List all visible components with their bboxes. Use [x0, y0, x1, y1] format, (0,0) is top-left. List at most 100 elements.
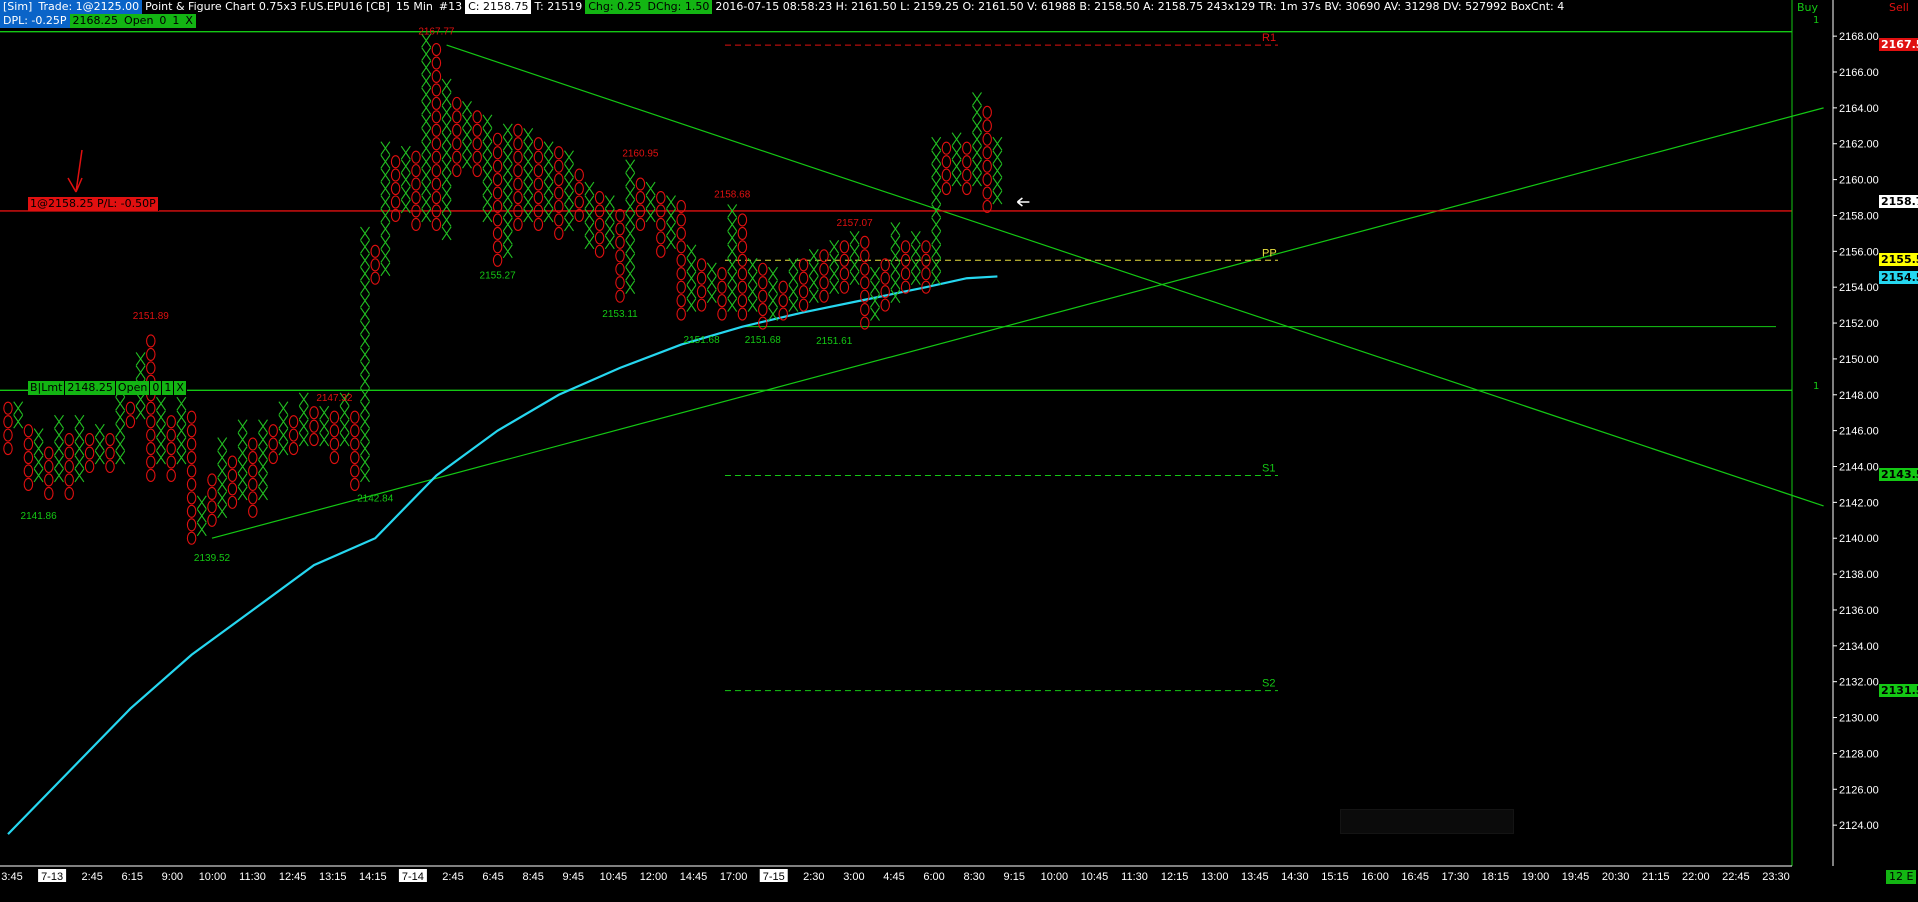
high-label: 2158.68 — [714, 189, 751, 200]
time-tick-label: 9:45 — [563, 871, 584, 883]
sell-label[interactable]: Sell — [1889, 1, 1909, 14]
time-tick-label: 4:45 — [883, 871, 904, 883]
pivot-label-s2: S2 — [1262, 678, 1275, 690]
price-marker: 2143.50 — [1879, 468, 1918, 482]
chart-header: [Sim] Trade: 1@2125.00 Point & Figure Ch… — [0, 0, 1567, 14]
time-tick-label: 6:15 — [122, 871, 143, 883]
trade-label[interactable]: Trade: 1@2125.00 — [35, 0, 143, 14]
y-tick-label: 2166.00 — [1839, 67, 1879, 79]
watermark — [1340, 809, 1514, 834]
chart-interval: 15 Min — [395, 0, 433, 13]
low-label: 2151.61 — [816, 336, 853, 347]
dom-one-top: 1 — [1813, 15, 1820, 26]
time-tick-label: 3:45 — [1, 871, 22, 883]
time-tick-label: 13:15 — [319, 871, 347, 883]
time-tick-label: 12:45 — [279, 871, 307, 883]
time-tick-label: 9:15 — [1004, 871, 1025, 883]
time-tick-label: 19:45 — [1562, 871, 1590, 883]
y-tick-label: 2148.00 — [1839, 390, 1879, 402]
chg-value: Chg: 0.25 — [585, 0, 645, 14]
y-tick-label: 2142.00 — [1839, 497, 1879, 509]
price-marker: 2167.50 — [1879, 38, 1918, 52]
time-tick-label: 14:15 — [359, 871, 387, 883]
time-tick-label: 16:00 — [1361, 871, 1389, 883]
time-tick-label: 8:45 — [522, 871, 543, 883]
pnf-chart[interactable]: R1 PP S1 S2 2167.77 2151.89 2147.32 2160.95 215… — [0, 0, 1918, 902]
time-tick-label: 17:00 — [720, 871, 748, 883]
time-tick-label: 11:30 — [239, 871, 266, 883]
low-label: 2142.84 — [357, 493, 394, 504]
y-tick-label: 2132.00 — [1839, 677, 1879, 689]
y-tick-label: 2160.00 — [1839, 175, 1879, 187]
time-tick-label: 18:15 — [1482, 871, 1510, 883]
date-tick-label: 7-13 — [41, 871, 63, 883]
y-tick-label: 2150.00 — [1839, 354, 1879, 366]
y-tick-label: 2140.00 — [1839, 533, 1879, 545]
date-tick-label: 7-15 — [763, 871, 785, 883]
y-tick-label: 2130.00 — [1839, 713, 1879, 725]
buy-limit-one[interactable]: 1 — [162, 381, 175, 395]
position-tag[interactable]: 1@2158.25 P/L: -0.50P — [28, 197, 159, 211]
time-tick-label: 17:30 — [1442, 871, 1470, 883]
time-tick-label: 15:15 — [1321, 871, 1349, 883]
buy-label[interactable]: Buy — [1797, 1, 1818, 14]
time-tick-label: 2:45 — [442, 871, 463, 883]
buy-limit-open[interactable]: Open — [115, 381, 151, 395]
price-marker: 2131.50 — [1879, 683, 1918, 697]
time-tick-label: 14:30 — [1281, 871, 1309, 883]
dpl-bar: DPL: -0.25P 2168.25 Open 0 1 X — [0, 14, 196, 28]
y-tick-label: 2154.00 — [1839, 282, 1879, 294]
time-tick-label: 6:00 — [923, 871, 944, 883]
date-tick-label: 7-14 — [402, 871, 424, 883]
chart-title: Point & Figure Chart 0.75x3 F.US.EPU16 [… — [145, 0, 390, 13]
time-tick-label: 10:45 — [600, 871, 628, 883]
dpl-label: DPL: -0.25P — [0, 14, 70, 28]
low-label: 2155.27 — [480, 270, 517, 281]
dpl-one[interactable]: 1 — [169, 14, 183, 28]
pivot-label-r1: R1 — [1262, 32, 1276, 44]
low-label: 2141.86 — [21, 511, 58, 522]
time-tick-label: 10:00 — [199, 871, 227, 883]
stats-line: 2016-07-15 08:58:23 H: 2161.50 L: 2159.2… — [715, 0, 1565, 13]
y-tick-label: 2136.00 — [1839, 605, 1879, 617]
price-marker: 2155.50 — [1879, 253, 1918, 267]
low-label: 2153.11 — [602, 309, 638, 320]
y-tick-label: 2152.00 — [1839, 318, 1879, 330]
buy-limit-x[interactable]: X — [174, 381, 187, 395]
time-tick-label: 12:15 — [1161, 871, 1189, 883]
buy-limit-zero[interactable]: 0 — [150, 381, 163, 395]
dpl-x[interactable]: X — [182, 14, 196, 28]
low-label: 2151.68 — [684, 335, 721, 346]
high-label: 2147.32 — [316, 393, 353, 404]
dpl-price[interactable]: 2168.25 — [69, 14, 122, 28]
chart-hash: #13 — [438, 0, 463, 13]
price-marker: 2158.75 — [1879, 195, 1918, 208]
buy-limit-tag[interactable]: B|Lmt 2148.25 Open 0 1 X — [28, 381, 187, 395]
time-tick-label: 11:30 — [1121, 871, 1148, 883]
time-tick-label: 9:00 — [162, 871, 183, 883]
high-label: 2160.95 — [622, 149, 659, 160]
y-tick-label: 2156.00 — [1839, 246, 1879, 258]
time-tick-label: 3:00 — [843, 871, 864, 883]
close-value: C: 2158.75 — [465, 0, 532, 14]
buy-limit-price[interactable]: 2148.25 — [65, 381, 116, 395]
time-tick-label: 12:00 — [640, 871, 668, 883]
time-tick-label: 2:45 — [81, 871, 102, 883]
low-label: 2151.68 — [745, 335, 782, 346]
time-tick-label: 16:45 — [1401, 871, 1429, 883]
time-tick-label: 14:45 — [680, 871, 708, 883]
price-marker: 2154.51 — [1879, 271, 1918, 285]
time-tick-label: 8:30 — [963, 871, 984, 883]
time-tick-label: 20:30 — [1602, 871, 1630, 883]
position-text: 1@2158.25 P/L: -0.50P — [28, 197, 159, 211]
y-tick-label: 2134.00 — [1839, 641, 1879, 653]
dpl-open[interactable]: Open — [121, 14, 157, 28]
y-tick-label: 2124.00 — [1839, 820, 1879, 832]
y-tick-label: 2146.00 — [1839, 426, 1879, 438]
y-tick-label: 2138.00 — [1839, 569, 1879, 581]
dpl-zero[interactable]: 0 — [156, 14, 170, 28]
y-tick-label: 2164.00 — [1839, 103, 1879, 115]
time-tick-label: 21:15 — [1642, 871, 1670, 883]
dchg-value: DChg: 1.50 — [644, 0, 713, 14]
y-tick-label: 2144.00 — [1839, 462, 1879, 474]
